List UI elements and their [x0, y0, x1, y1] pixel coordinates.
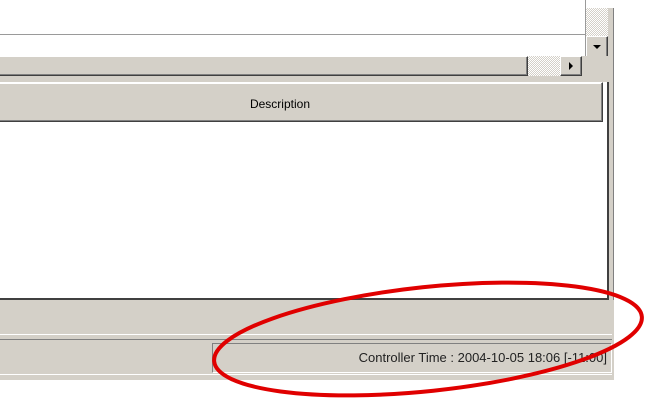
scrollbar-corner [582, 56, 608, 76]
horizontal-scrollbar-track[interactable] [528, 56, 560, 76]
status-bar: Controller Time : 2004-10-05 18:06 [-11:… [0, 339, 612, 375]
arrow-right-icon [569, 62, 573, 70]
scroll-right-button[interactable] [560, 56, 582, 76]
scroll-down-button[interactable] [586, 36, 608, 58]
column-header-label: Description [249, 97, 310, 111]
horizontal-scrollbar-thumb[interactable] [0, 56, 528, 76]
table-body[interactable] [0, 122, 605, 296]
column-header-description[interactable]: Description [0, 82, 603, 122]
panel-divider [0, 34, 586, 35]
status-cell-controller-time: Controller Time : 2004-10-05 18:06 [-11:… [212, 343, 612, 373]
controller-time-text: Controller Time : 2004-10-05 18:06 [-11:… [358, 350, 607, 365]
arrow-down-icon [593, 45, 601, 49]
lower-separator [0, 334, 612, 335]
upper-text-panel[interactable] [0, 0, 585, 62]
events-table: Description [0, 82, 609, 300]
